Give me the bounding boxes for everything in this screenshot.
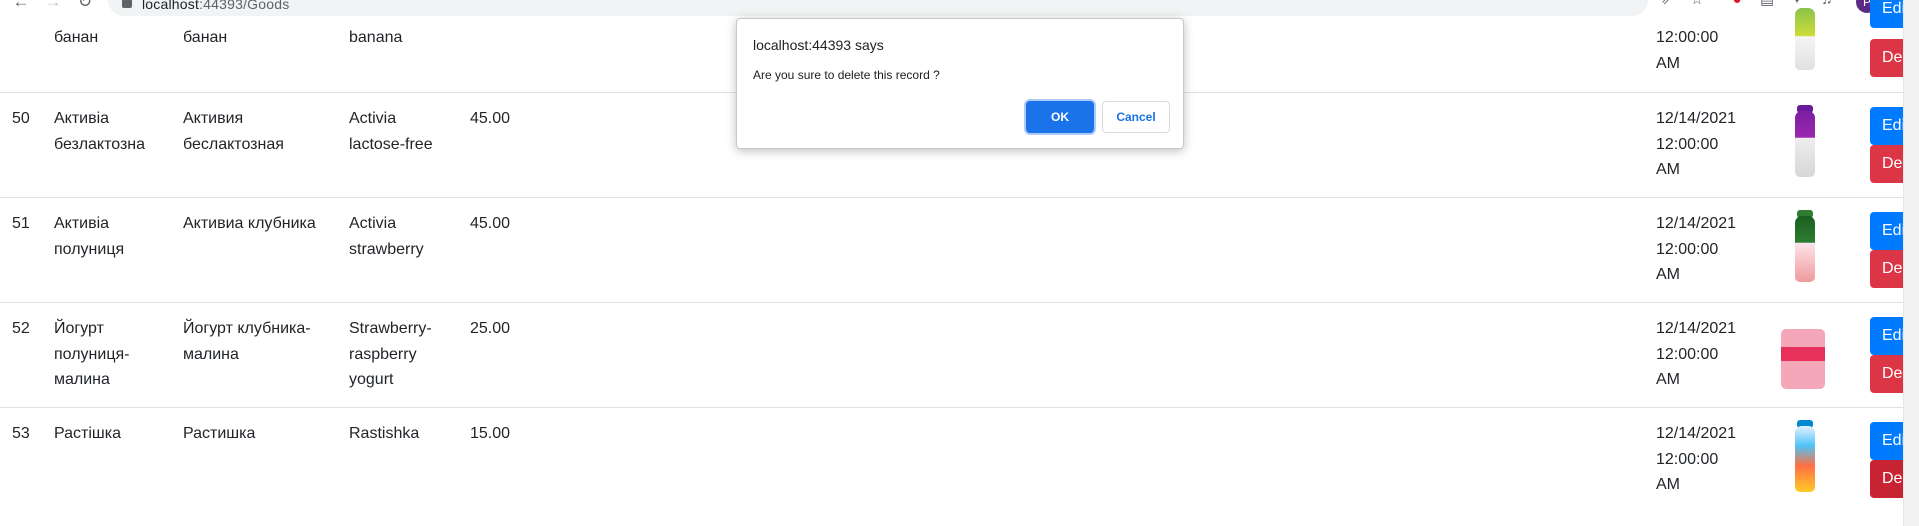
name-ua-line: полуниця (54, 240, 125, 258)
dialog-title: localhost:44393 says (753, 37, 884, 53)
name-en-line: Activia (349, 110, 397, 127)
name-ua-cell: Активіа безлактозна (54, 106, 179, 157)
table-row: 52 Йогурт полуниця- малина Йогурт клубни… (0, 302, 1919, 408)
table-row: 51 Активіа полуниця Активиа клубника Act… (0, 197, 1919, 303)
page-scrollbar[interactable] (1903, 0, 1919, 526)
name-ua-cell: Активіа полуниця (54, 211, 179, 262)
date-time: 12:00:00 (1656, 345, 1719, 363)
id-cell: 52 (12, 320, 30, 337)
product-image (1775, 0, 1831, 78)
name-en-cell: Activia strawberry (349, 211, 459, 262)
name-en-line: yogurt (349, 371, 394, 388)
product-image (1775, 420, 1831, 500)
date-time: 12:00:00 (1656, 450, 1719, 468)
date-ampm: AM (1656, 266, 1680, 283)
date-ampm: AM (1656, 476, 1680, 493)
date-cell: 12:00:00 AM (1656, 25, 1756, 76)
name-ua-line: Йогурт (54, 320, 104, 337)
date-day: 12/14/2021 (1656, 215, 1737, 232)
name-en-cell: Activia lactose-free (349, 106, 459, 157)
date-day: 12/14/2021 (1656, 110, 1737, 127)
name-en-line: lactose-free (349, 135, 433, 153)
name-ua-line: малина (54, 371, 110, 388)
date-cell: 12/14/2021 12:00:00 AM (1656, 106, 1756, 183)
dialog-message: Are you sure to delete this record ? (753, 68, 940, 82)
name-ua-line: полуниця- (54, 345, 130, 363)
cancel-button[interactable]: Cancel (1102, 101, 1170, 133)
name-ru-line: Активия (183, 110, 244, 127)
name-ru-line: Активиа клубника (183, 215, 316, 232)
price-cell: 45.00 (470, 110, 511, 127)
name-en-cell: Strawberry- raspberry yogurt (349, 316, 459, 393)
name-ua-cell: Йогурт полуниця- малина (54, 316, 179, 393)
date-ampm: AM (1656, 371, 1680, 388)
date-ampm: AM (1656, 54, 1680, 72)
name-en-cell: banana (349, 29, 403, 46)
name-ua-cell: Растішка (54, 425, 122, 442)
table-row: 53 Растішка Растишка Rastishka 15.00 12/… (0, 407, 1919, 526)
date-cell: 12/14/2021 12:00:00 AM (1656, 421, 1756, 498)
price-cell: 15.00 (470, 425, 511, 442)
name-en-line: raspberry (349, 345, 417, 363)
id-cell: 50 (12, 110, 30, 127)
name-ua-line: Активіа (54, 110, 110, 127)
name-en-cell: Rastishka (349, 425, 420, 442)
product-image (1775, 105, 1831, 185)
name-ua-cell: банан (54, 29, 99, 46)
price-cell: 45.00 (470, 215, 511, 232)
date-time: 12:00:00 (1656, 29, 1719, 46)
name-ru-cell: Йогурт клубника- малина (183, 316, 343, 367)
product-image (1775, 303, 1831, 389)
date-day: 12/14/2021 (1656, 425, 1737, 442)
name-ua-line: Активіа (54, 215, 110, 232)
name-en-line: strawberry (349, 240, 424, 258)
name-ru-cell: банан (183, 29, 228, 46)
date-time: 12:00:00 (1656, 135, 1719, 153)
name-ua-line: безлактозна (54, 135, 146, 153)
date-day: 12/14/2021 (1656, 320, 1737, 337)
id-cell: 51 (12, 215, 30, 232)
price-cell: 25.00 (470, 320, 511, 337)
name-ru-cell: Активия беслактозная (183, 106, 343, 157)
name-ru-cell: Активиа клубника (183, 211, 343, 237)
product-image (1775, 210, 1831, 290)
name-ru-cell: Растишка (183, 425, 256, 442)
date-time: 12:00:00 (1656, 240, 1719, 258)
date-cell: 12/14/2021 12:00:00 AM (1656, 316, 1756, 393)
ok-button[interactable]: OK (1026, 101, 1094, 133)
date-ampm: AM (1656, 161, 1680, 178)
id-cell: 53 (12, 425, 30, 442)
name-en-line: Strawberry- (349, 320, 432, 337)
name-ru-line: Йогурт клубника- (183, 320, 311, 337)
page: ← → ↻ localhost:44393/Goods ⇗ ☆ ● ▤ ✦ ♫ … (0, 0, 1919, 526)
name-ru-line: малина (183, 345, 239, 363)
name-en-line: Activia (349, 215, 397, 232)
confirm-dialog: localhost:44393 says Are you sure to del… (736, 18, 1184, 149)
date-cell: 12/14/2021 12:00:00 AM (1656, 211, 1756, 288)
name-ru-line: беслактозная (183, 135, 284, 153)
